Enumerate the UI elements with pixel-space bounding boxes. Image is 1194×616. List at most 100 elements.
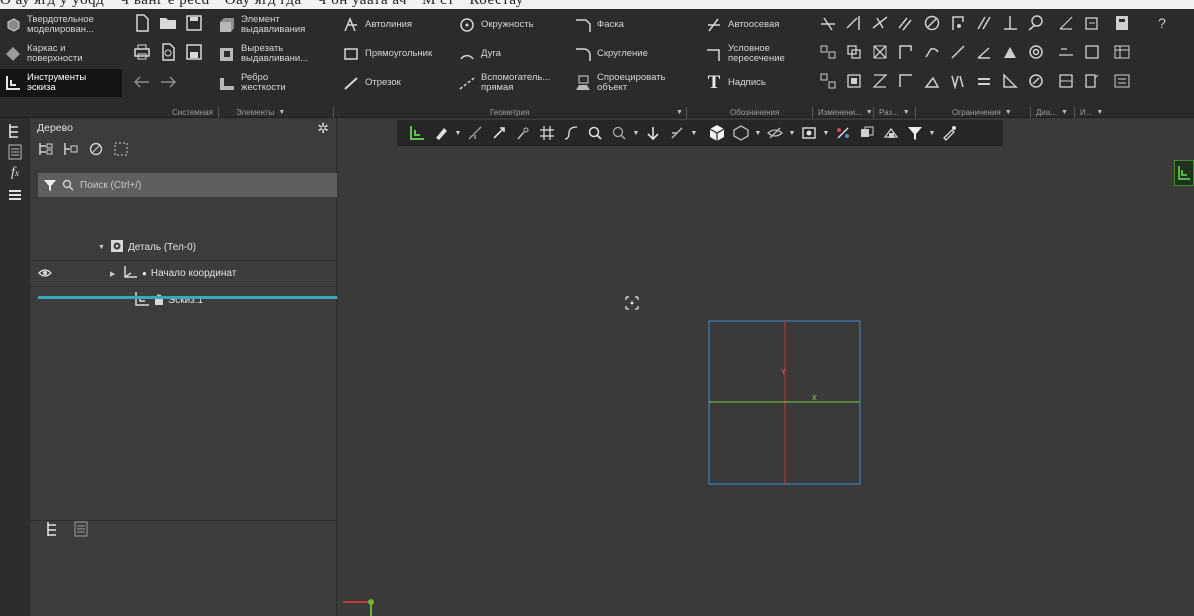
undo-icon[interactable]	[131, 71, 153, 93]
ortho-icon[interactable]	[559, 121, 583, 145]
split-icon[interactable]	[869, 12, 891, 34]
collapse-arrow-icon[interactable]: ▶	[110, 270, 118, 278]
zoom-icon[interactable]	[583, 121, 607, 145]
open-folder-icon[interactable]	[157, 12, 179, 34]
segment-button[interactable]: Отрезок	[341, 69, 456, 97]
tree-sequence-icon[interactable]	[63, 141, 79, 157]
offset-icon[interactable]	[895, 12, 917, 34]
arc-button[interactable]: Дуга	[457, 40, 572, 68]
fragment-icon[interactable]	[843, 70, 865, 92]
zoom-window-icon[interactable]	[607, 121, 631, 145]
param-icon[interactable]	[1111, 12, 1133, 34]
group-label-geometry[interactable]: Геометрия	[490, 107, 529, 118]
horizontal-icon[interactable]	[895, 70, 917, 92]
array-icon[interactable]	[817, 70, 839, 92]
param-table-icon[interactable]	[1111, 41, 1133, 63]
angle-fix-icon[interactable]	[921, 70, 943, 92]
group-label-diagnostics[interactable]: Диа... ▼	[1036, 107, 1068, 118]
fillet-button[interactable]: Скругление	[573, 40, 681, 68]
display-style-icon[interactable]	[729, 121, 753, 145]
save-as-icon[interactable]	[183, 41, 205, 63]
tree-item-sketch[interactable]: Эскиз:1	[134, 291, 203, 310]
group-label-elements[interactable]: Элементы ▼	[236, 107, 285, 118]
tree-item-origin[interactable]: ▶ ● Начало координат	[110, 265, 236, 282]
dropdown-arrow-icon[interactable]: ▼	[927, 121, 937, 145]
surface-button[interactable]: Каркас и поверхности	[3, 40, 123, 68]
autoaxis-button[interactable]: Автоосевая	[704, 11, 810, 39]
sketch-mode-icon[interactable]	[405, 121, 429, 145]
dropdown-arrow-icon[interactable]: ▼	[631, 121, 641, 145]
eyedropper-icon[interactable]	[937, 121, 961, 145]
collinear-icon[interactable]	[947, 70, 969, 92]
aux-line-button[interactable]: Вспомогатель... прямая	[457, 69, 572, 97]
preview-icon[interactable]	[157, 41, 179, 63]
trim-icon[interactable]	[817, 12, 839, 34]
function-icon[interactable]: fx	[6, 164, 24, 182]
tree-structure-icon[interactable]	[38, 141, 54, 157]
group-label-geometry-dropdown[interactable]: ▼	[676, 107, 683, 118]
render-icon[interactable]	[855, 121, 879, 145]
constraints-show-icon[interactable]	[487, 121, 511, 145]
coincidence-icon[interactable]	[947, 12, 969, 34]
dim-chain-icon[interactable]	[1055, 70, 1077, 92]
extend-icon[interactable]	[843, 12, 865, 34]
rectangle-button[interactable]: Прямоугольник	[341, 40, 456, 68]
tree-tab-icon[interactable]	[46, 521, 60, 542]
section-view-icon[interactable]	[797, 121, 821, 145]
gear-icon[interactable]: ✲	[317, 120, 329, 137]
tree-icon[interactable]	[6, 122, 24, 140]
new-file-icon[interactable]	[131, 12, 153, 34]
tangent-icon[interactable]	[1025, 12, 1047, 34]
save-icon[interactable]	[183, 12, 205, 34]
help-icon[interactable]: ?	[1151, 12, 1173, 34]
tree-components-icon[interactable]	[88, 141, 104, 157]
rotate-icon[interactable]	[921, 41, 943, 63]
constraint-angle-icon[interactable]	[973, 41, 995, 63]
constraint-line-icon[interactable]	[947, 41, 969, 63]
scale-icon[interactable]	[869, 41, 891, 63]
eye-icon[interactable]	[38, 266, 52, 280]
param-tree-icon[interactable]	[1111, 70, 1133, 92]
group-label-dimensions[interactable]: Раз... ▼	[879, 107, 910, 118]
grid-icon[interactable]	[535, 121, 559, 145]
tree-select-icon[interactable]	[113, 141, 129, 157]
dim-auto-icon[interactable]	[1081, 12, 1103, 34]
extrude-button[interactable]: Элемент выдавливания	[217, 11, 332, 39]
dropdown-arrow-icon[interactable]: ▼	[753, 121, 763, 145]
redo-icon[interactable]	[157, 71, 179, 93]
perpendicular-icon[interactable]	[999, 12, 1021, 34]
move-icon[interactable]	[895, 41, 917, 63]
group-label-modify[interactable]: Изменени... ▼	[818, 107, 873, 118]
dim-check-icon[interactable]	[1081, 70, 1103, 92]
measure-icon[interactable]	[831, 121, 855, 145]
dropdown-arrow-icon[interactable]: ▼	[787, 121, 797, 145]
equal-icon[interactable]	[973, 70, 995, 92]
copy-icon[interactable]	[843, 41, 865, 63]
rotate-view-icon[interactable]	[665, 121, 689, 145]
expand-arrow-icon[interactable]: ▼	[98, 244, 106, 251]
sketch-plane-square[interactable]: Y X	[708, 320, 861, 485]
properties-icon[interactable]	[6, 143, 24, 161]
sketch-tools-button[interactable]: Инструменты эскиза	[0, 69, 122, 97]
properties-tab-icon[interactable]	[74, 521, 88, 542]
dim-linear-icon[interactable]	[1055, 41, 1077, 63]
pan-icon[interactable]	[641, 121, 665, 145]
right-angle-icon[interactable]	[999, 70, 1021, 92]
point-on-curve-icon[interactable]	[1025, 70, 1047, 92]
sketch-mode-badge[interactable]	[1174, 160, 1194, 186]
dim-angle-icon[interactable]	[1055, 12, 1077, 34]
menu-icon[interactable]	[6, 186, 24, 204]
symmetry-icon[interactable]	[869, 70, 891, 92]
layers-icon[interactable]	[879, 121, 903, 145]
filter-icon[interactable]	[38, 173, 62, 197]
pencil-icon[interactable]	[429, 121, 453, 145]
ban-icon[interactable]	[921, 12, 943, 34]
filter-icon[interactable]	[903, 121, 927, 145]
intersection-button[interactable]: Условное пересечение	[704, 40, 810, 68]
project-button[interactable]: Спроецировать объект	[573, 69, 681, 97]
chamfer-button[interactable]: Фаска	[573, 11, 681, 39]
snap-point-icon[interactable]	[511, 121, 535, 145]
tree-item-part[interactable]: ▼ Деталь (Тел-0)	[98, 239, 196, 256]
3d-viewport[interactable]: ▼ ▼ ▼ ▼ ▼ ▼ ▼ Y X	[337, 118, 1194, 616]
circle-button[interactable]: Окружность	[457, 11, 572, 39]
